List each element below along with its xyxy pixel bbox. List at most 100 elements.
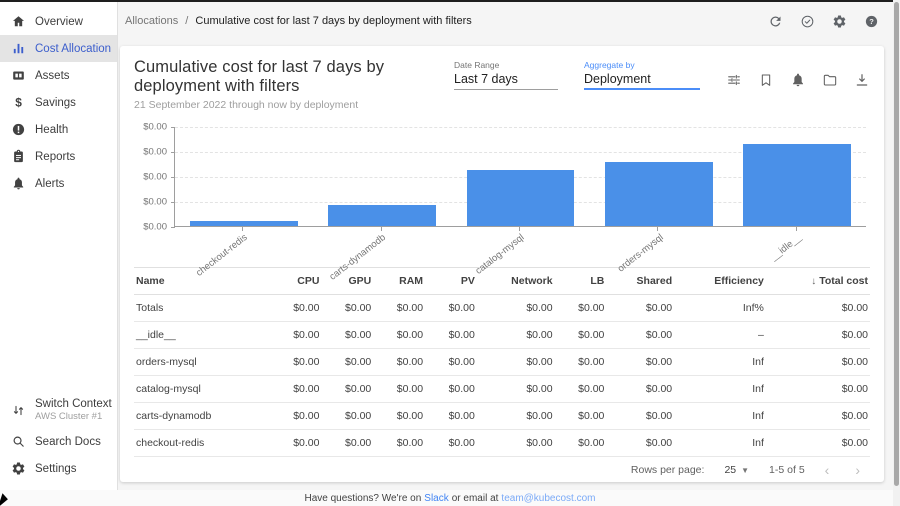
column-header-shared[interactable]: Shared (606, 268, 674, 295)
chart-bar--idle-[interactable] (743, 144, 851, 226)
table-cell: $0.00 (373, 295, 425, 322)
x-axis-slot: checkout-redis (174, 227, 312, 265)
breadcrumb-separator: / (185, 15, 188, 27)
bookmark-icon[interactable] (758, 72, 774, 88)
chart-bar-orders-mysql[interactable] (605, 162, 713, 226)
sidebar-item-alerts[interactable]: Alerts (0, 170, 117, 197)
vertical-scrollbar[interactable] (893, 0, 900, 506)
table-cell: $0.00 (425, 322, 477, 349)
y-axis-tick (171, 177, 175, 178)
table-cell: $0.00 (425, 376, 477, 403)
column-header-total-cost[interactable]: ↓Total cost (766, 268, 870, 295)
gear-icon[interactable] (832, 14, 847, 29)
table-cell: $0.00 (373, 349, 425, 376)
sidebar-item-text: Assets (35, 70, 70, 82)
report-card: Cumulative cost for last 7 days by deplo… (120, 46, 884, 482)
sidebar-item-assets[interactable]: Assets (0, 62, 117, 89)
sidebar-item-switch-context[interactable]: Switch ContextAWS Cluster #1 (0, 392, 117, 428)
table-cell: $0.00 (321, 295, 373, 322)
report-toolbar (726, 72, 870, 90)
bell-icon[interactable] (790, 72, 806, 88)
svg-text:?: ? (869, 17, 874, 26)
sidebar-item-text: Alerts (35, 178, 64, 190)
aggregate-by-field[interactable]: Aggregate by Deployment (584, 60, 700, 90)
table-row-totals[interactable]: Totals$0.00$0.00$0.00$0.00$0.00$0.00$0.0… (134, 295, 870, 322)
table-pagination: Rows per page: 25 ▼ 1-5 of 5 ‹ › (134, 458, 870, 482)
date-range-field[interactable]: Date Range Last 7 days (454, 60, 558, 90)
top-bar: Allocations / Cumulative cost for last 7… (119, 2, 893, 40)
table-cell: $0.00 (270, 430, 322, 457)
slack-link[interactable]: Slack (424, 493, 448, 504)
table-cell: $0.00 (321, 322, 373, 349)
table-cell: $0.00 (270, 376, 322, 403)
rows-per-page-select[interactable]: 25 ▼ (724, 464, 749, 476)
footer-text: Have questions? We're on (304, 493, 421, 504)
table-cell: $0.00 (373, 322, 425, 349)
sidebar-item-overview[interactable]: Overview (0, 8, 117, 35)
table-row-checkout-redis[interactable]: checkout-redis$0.00$0.00$0.00$0.00$0.00$… (134, 430, 870, 457)
column-header-lb[interactable]: LB (555, 268, 607, 295)
sidebar-item-cost-allocation[interactable]: Cost Allocation (0, 35, 117, 62)
column-header-efficiency[interactable]: Efficiency (674, 268, 766, 295)
table-row-catalog-mysql[interactable]: catalog-mysql$0.00$0.00$0.00$0.00$0.00$0… (134, 376, 870, 403)
table-cell: $0.00 (555, 403, 607, 430)
table-cell: carts-dynamodb (134, 403, 270, 430)
aggregate-by-value[interactable]: Deployment (584, 72, 700, 90)
date-range-value[interactable]: Last 7 days (454, 72, 558, 90)
column-header-cpu[interactable]: CPU (270, 268, 322, 295)
table-cell: $0.00 (606, 403, 674, 430)
sidebar-item-health[interactable]: Health (0, 116, 117, 143)
table-row-orders-mysql[interactable]: orders-mysql$0.00$0.00$0.00$0.00$0.00$0.… (134, 349, 870, 376)
help-icon[interactable]: ? (864, 14, 879, 29)
sidebar-item-savings[interactable]: $Savings (0, 89, 117, 116)
check-circle-icon[interactable] (800, 14, 815, 29)
table-cell: $0.00 (766, 403, 870, 430)
download-icon[interactable] (854, 72, 870, 88)
tune-icon[interactable] (726, 72, 742, 88)
sidebar-item-reports[interactable]: Reports (0, 143, 117, 170)
table-cell: Inf (674, 376, 766, 403)
sidebar-item-text: Settings (35, 463, 77, 475)
switch-context-icon (11, 403, 26, 418)
sidebar-item-text: Reports (35, 151, 75, 163)
x-axis-slot: carts-dynamodb (312, 227, 450, 265)
y-axis-tick (171, 202, 175, 203)
chevron-right-icon[interactable]: › (855, 463, 860, 477)
chart-bar-checkout-redis[interactable] (190, 221, 298, 226)
chart-bar-carts-dynamodb[interactable] (328, 205, 436, 226)
column-header-ram[interactable]: RAM (373, 268, 425, 295)
sidebar-item-label: Cost Allocation (35, 43, 111, 55)
table-cell: $0.00 (425, 295, 477, 322)
chevron-left-icon[interactable]: ‹ (825, 463, 830, 477)
table-cell: Inf (674, 403, 766, 430)
table-row--idle-[interactable]: __idle__$0.00$0.00$0.00$0.00$0.00$0.00$0… (134, 322, 870, 349)
sidebar-item-text: Search Docs (35, 436, 101, 448)
table-cell: $0.00 (373, 403, 425, 430)
table-cell: catalog-mysql (134, 376, 270, 403)
bar-chart-icon (11, 41, 26, 56)
home-icon (11, 14, 26, 29)
health-icon (11, 122, 26, 137)
refresh-icon[interactable] (768, 14, 783, 29)
table-cell: $0.00 (270, 403, 322, 430)
column-header-network[interactable]: Network (477, 268, 555, 295)
chart-bar-catalog-mysql[interactable] (467, 170, 575, 226)
sidebar: Overview Cost Allocation Assets $SavingsHea… (0, 2, 118, 490)
kubecost-app: Overview Cost Allocation Assets $SavingsHea… (0, 0, 900, 506)
sidebar-item-settings[interactable]: Settings (0, 455, 117, 482)
table-cell: $0.00 (477, 322, 555, 349)
table-row-carts-dynamodb[interactable]: carts-dynamodb$0.00$0.00$0.00$0.00$0.00$… (134, 403, 870, 430)
sidebar-item-search-docs[interactable]: Search Docs (0, 428, 117, 455)
table-cell: $0.00 (321, 349, 373, 376)
scrollbar-thumb[interactable] (894, 2, 899, 486)
page-title: Cumulative cost for last 7 days by deplo… (134, 58, 454, 96)
column-header-pv[interactable]: PV (425, 268, 477, 295)
breadcrumb: Allocations / Cumulative cost for last 7… (125, 15, 472, 27)
sidebar-item-label: Settings (35, 463, 77, 475)
table-cell: $0.00 (555, 295, 607, 322)
y-axis-tick-label: $0.00 (143, 122, 167, 133)
breadcrumb-parent[interactable]: Allocations (125, 15, 178, 27)
email-link[interactable]: team@kubecost.com (501, 493, 595, 504)
table-cell: $0.00 (425, 403, 477, 430)
folder-icon[interactable] (822, 72, 838, 88)
